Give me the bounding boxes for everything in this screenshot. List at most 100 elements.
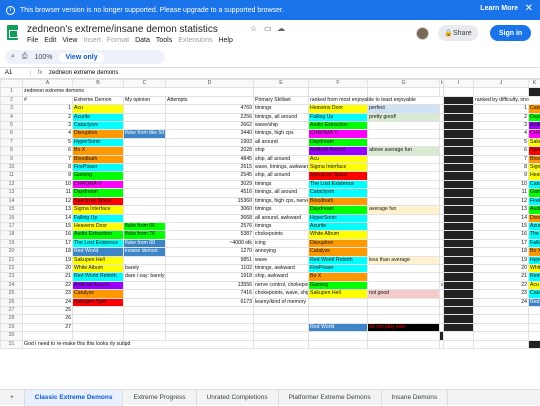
- column-separator[interactable]: [444, 206, 474, 214]
- skillset-cell[interactable]: ship, awkward: [254, 273, 309, 281]
- enjoyment-note-cell[interactable]: pretty good!: [368, 113, 440, 121]
- demon-name-cell[interactable]: Sakupen Hell: [73, 256, 124, 264]
- difficulty-rank-cell[interactable]: 19: [474, 256, 529, 264]
- rank-cell[interactable]: 26: [23, 315, 73, 323]
- difficulty-rank-cell[interactable]: 10: [474, 180, 529, 188]
- empty-cell[interactable]: [254, 340, 309, 348]
- enjoyment-rank-cell[interactable]: White Album: [309, 231, 368, 239]
- enjoyment-rank-cell[interactable]: Daydream: [309, 206, 368, 214]
- cell-a[interactable]: [23, 332, 73, 340]
- opinion-cell[interactable]: [124, 172, 166, 180]
- demon-name-cell[interactable]: Sigma Interface: [73, 206, 124, 214]
- column-header-f[interactable]: F: [309, 80, 368, 88]
- zoom-select[interactable]: 100%: [35, 54, 53, 61]
- skillset-cell[interactable]: timings: [254, 105, 309, 113]
- attempts-cell[interactable]: 1993: [166, 138, 254, 146]
- enjoyment-note-cell[interactable]: [368, 315, 440, 323]
- opinion-cell[interactable]: [124, 281, 166, 289]
- difficulty-demon-cell[interactable]: Gaming: [529, 189, 540, 197]
- row-number[interactable]: 17: [1, 222, 23, 230]
- demon-name-cell[interactable]: Gaming: [73, 172, 124, 180]
- difficulty-rank-cell[interactable]: 22: [474, 281, 529, 289]
- opinion-cell[interactable]: [124, 113, 166, 121]
- enjoyment-rank-cell[interactable]: Cataclysm: [309, 189, 368, 197]
- demon-name-cell[interactable]: Bloodbath: [73, 155, 124, 163]
- demon-name-cell[interactable]: Bo X: [73, 147, 124, 155]
- difficulty-demon-cell[interactable]: The Lost Existence: [529, 231, 540, 239]
- enjoyment-note-cell[interactable]: [368, 222, 440, 230]
- enjoyment-note-cell[interactable]: above average fun: [368, 147, 440, 155]
- demon-name-cell[interactable]: Audio Extraction: [73, 231, 124, 239]
- menu-view[interactable]: View: [62, 37, 77, 44]
- skillset-cell[interactable]: timings: [254, 206, 309, 214]
- attempts-cell[interactable]: [166, 315, 254, 323]
- row-number[interactable]: 25: [1, 290, 23, 298]
- difficulty-demon-cell[interactable]: Azurite: [529, 222, 540, 230]
- column-separator[interactable]: [444, 172, 474, 180]
- row-number[interactable]: 30: [1, 332, 23, 340]
- empty-cell[interactable]: [73, 332, 124, 340]
- difficulty-rank-cell[interactable]: [474, 306, 529, 314]
- opinion-cell[interactable]: dare i say: barely: [124, 273, 166, 281]
- opinion-cell[interactable]: [124, 164, 166, 172]
- skillset-cell[interactable]: wave, timings, awkward: [254, 164, 309, 172]
- column-header-e[interactable]: E: [254, 80, 309, 88]
- enjoyment-side-note-cell[interactable]: at least a 4/10 and above: [440, 281, 444, 289]
- enjoyment-rank-cell[interactable]: [309, 306, 368, 314]
- column-label-index[interactable]: #: [23, 96, 73, 104]
- enjoyment-note-cell[interactable]: [368, 248, 440, 256]
- enjoyment-rank-cell[interactable]: Falling Up: [309, 113, 368, 121]
- row-number[interactable]: 18: [1, 231, 23, 239]
- difficulty-demon-cell[interactable]: Artificial Ascent: [529, 122, 540, 130]
- attempts-cell[interactable]: 9851: [166, 256, 254, 264]
- row-number[interactable]: 28: [1, 315, 23, 323]
- opinion-cell[interactable]: insane demon: [124, 248, 166, 256]
- difficulty-rank-cell[interactable]: 1: [474, 105, 529, 113]
- row-number[interactable]: 16: [1, 214, 23, 222]
- enjoyment-note-cell[interactable]: [368, 281, 440, 289]
- attempts-cell[interactable]: 4845: [166, 155, 254, 163]
- menu-data[interactable]: Data: [135, 37, 150, 44]
- skillset-cell[interactable]: timings, awkward: [254, 264, 309, 272]
- column-header-a[interactable]: A: [23, 80, 73, 88]
- column-separator[interactable]: [444, 315, 474, 323]
- column-separator[interactable]: [444, 248, 474, 256]
- column-separator[interactable]: [444, 222, 474, 230]
- rank-cell[interactable]: 2: [23, 113, 73, 121]
- attempts-cell[interactable]: 3029: [166, 180, 254, 188]
- row-number[interactable]: 13: [1, 189, 23, 197]
- skillset-cell[interactable]: ship, all around: [254, 155, 309, 163]
- column-header-g[interactable]: G: [368, 80, 440, 88]
- column-separator[interactable]: [444, 197, 474, 205]
- cell-reference[interactable]: A1: [0, 70, 31, 76]
- enjoyment-note-cell[interactable]: less than average: [368, 256, 440, 264]
- tab-unrated-completions[interactable]: Unrated Completions: [197, 390, 279, 406]
- difficulty-rank-cell[interactable]: 13: [474, 206, 529, 214]
- column-separator[interactable]: [444, 189, 474, 197]
- difficulty-rank-cell[interactable]: 20: [474, 264, 529, 272]
- difficulty-demon-cell[interactable]: Bloodbath: [529, 155, 540, 163]
- column-label-attempts[interactable]: Attempts: [166, 96, 254, 104]
- column-header-d[interactable]: D: [166, 80, 254, 88]
- difficulty-demon-cell[interactable]: Catalyze: [529, 105, 540, 113]
- difficulty-demon-cell[interactable]: [529, 323, 540, 331]
- opinion-cell[interactable]: [124, 147, 166, 155]
- opinion-cell[interactable]: fluke from like 50: [124, 130, 166, 138]
- opinion-cell[interactable]: [124, 298, 166, 306]
- enjoyment-note-cell[interactable]: not good: [368, 290, 440, 298]
- column-separator[interactable]: [444, 290, 474, 298]
- difficulty-rank-cell[interactable]: 2: [474, 113, 529, 121]
- empty-cell[interactable]: [309, 332, 368, 340]
- enjoyment-note-cell[interactable]: [368, 164, 440, 172]
- difficulty-rank-cell[interactable]: 21: [474, 273, 529, 281]
- skillset-cell[interactable]: all around: [254, 138, 309, 146]
- row-number[interactable]: 11: [1, 172, 23, 180]
- enjoyment-rank-cell[interactable]: Bo X: [309, 273, 368, 281]
- opinion-cell[interactable]: [124, 189, 166, 197]
- rank-cell[interactable]: 10: [23, 180, 73, 188]
- enjoyment-rank-cell[interactable]: Audio Extraction: [309, 122, 368, 130]
- attempts-cell[interactable]: 7416: [166, 290, 254, 298]
- demon-name-cell[interactable]: Acu: [73, 105, 124, 113]
- rank-cell[interactable]: 6: [23, 147, 73, 155]
- rank-cell[interactable]: 7: [23, 155, 73, 163]
